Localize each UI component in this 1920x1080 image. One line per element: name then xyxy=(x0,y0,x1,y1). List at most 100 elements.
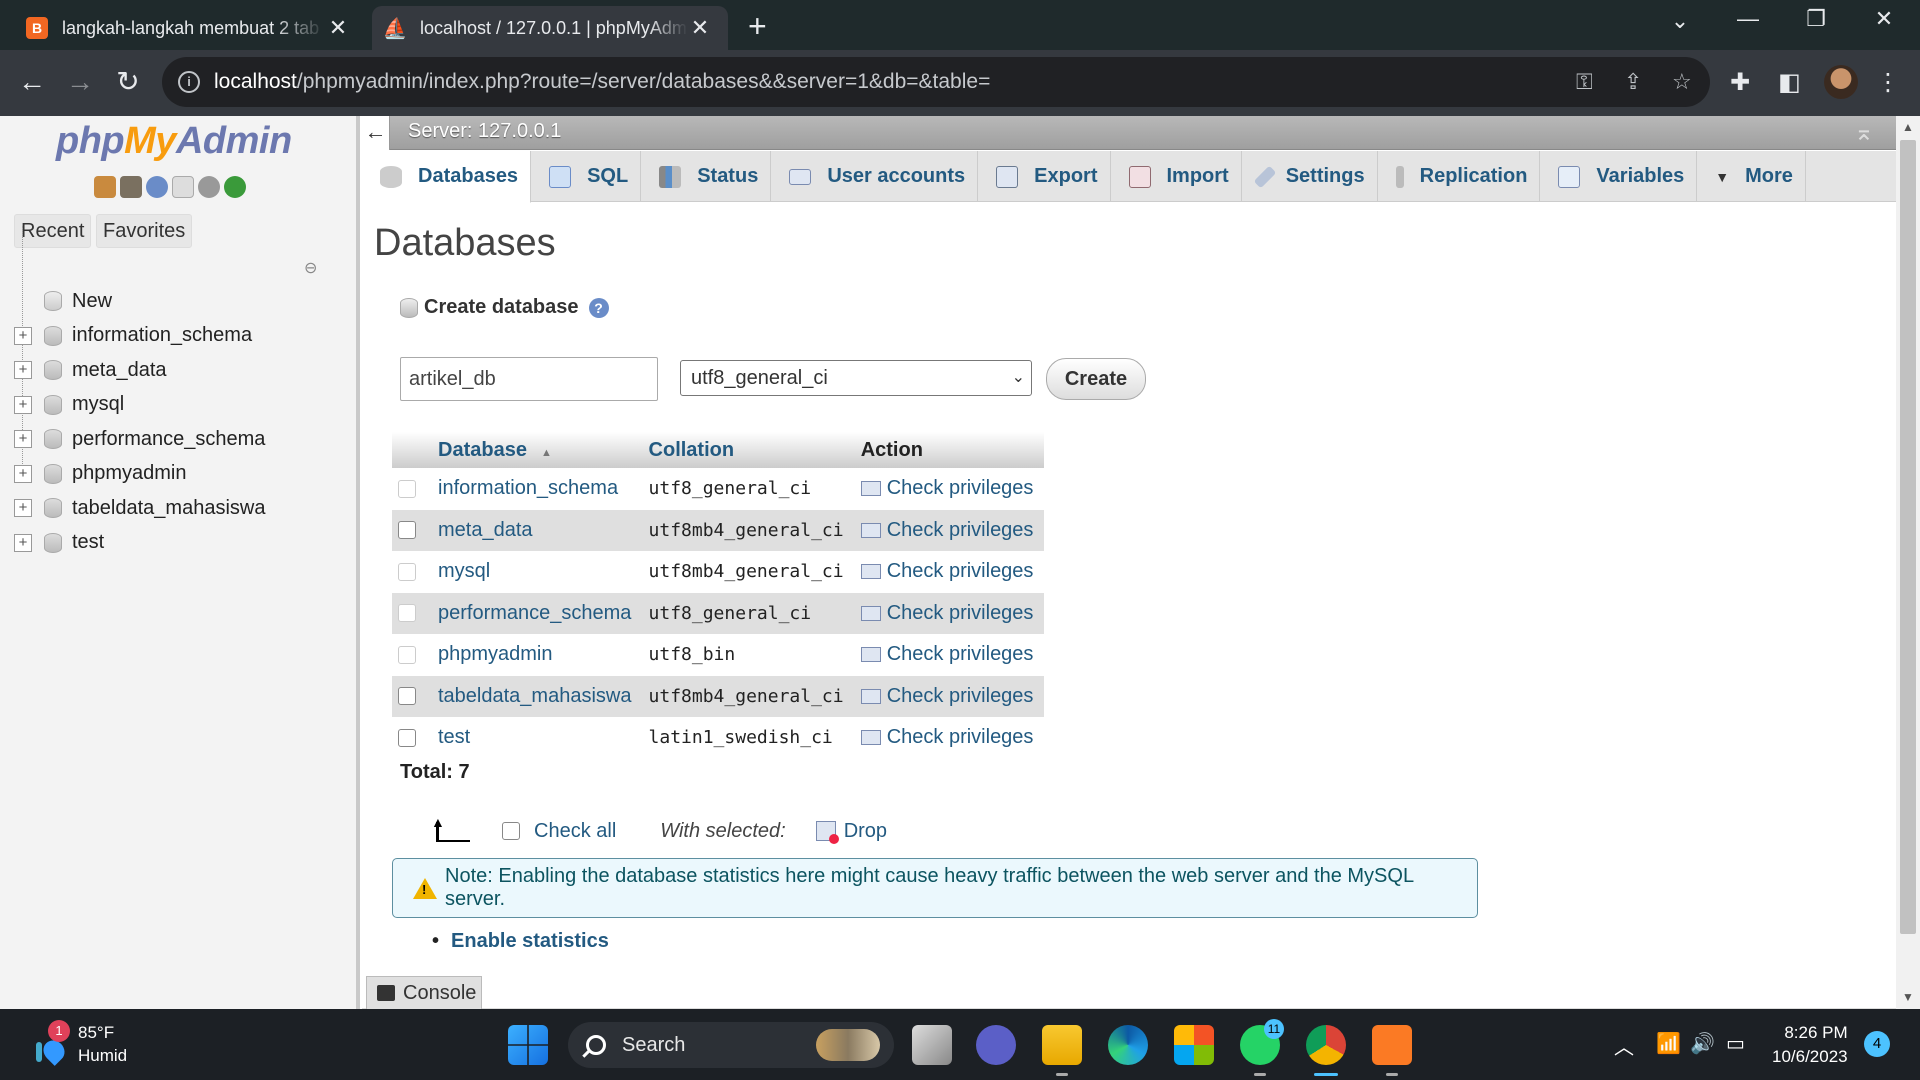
microsoft-store-icon[interactable] xyxy=(1174,1025,1214,1065)
volume-icon[interactable]: 🔊 xyxy=(1690,1031,1715,1056)
collation-column-header[interactable]: Collation xyxy=(642,432,855,468)
chrome-icon[interactable] xyxy=(1306,1025,1346,1065)
check-privileges-link[interactable]: Check privileges xyxy=(854,592,1044,634)
check-privileges-link[interactable]: Check privileges xyxy=(854,509,1044,551)
phpmyadmin-logo[interactable]: phpMyAdmin xyxy=(56,120,292,163)
link-panel-icon[interactable]: ⊖ xyxy=(304,258,317,278)
scrollbar-thumb[interactable] xyxy=(1900,140,1916,934)
tab-variables[interactable]: Variables xyxy=(1540,151,1698,202)
tree-item-database[interactable]: + information_schema xyxy=(0,319,356,354)
database-link[interactable]: mysql xyxy=(432,551,643,593)
tab-settings[interactable]: Settings xyxy=(1242,151,1378,202)
database-link[interactable]: information_schema xyxy=(432,468,643,510)
home-icon[interactable] xyxy=(94,176,116,198)
expand-icon[interactable]: + xyxy=(14,395,32,414)
row-checkbox[interactable] xyxy=(392,675,432,717)
minimize-button[interactable]: — xyxy=(1728,6,1768,32)
scroll-down-icon[interactable]: ▼ xyxy=(1902,990,1914,1004)
extensions-icon[interactable]: ✚ xyxy=(1730,68,1750,97)
teams-chat-icon[interactable] xyxy=(976,1025,1016,1065)
tree-item-database[interactable]: + performance_schema xyxy=(0,422,356,457)
tree-item-database[interactable]: + test xyxy=(0,526,356,561)
row-checkbox[interactable] xyxy=(392,634,432,676)
site-info-icon[interactable]: i xyxy=(178,71,200,93)
browser-tab-phpmyadmin[interactable]: ⛵ localhost / 127.0.0.1 | phpMyAdmin ✕ xyxy=(372,6,728,50)
wifi-icon[interactable]: 📶 xyxy=(1656,1031,1681,1056)
profile-avatar[interactable] xyxy=(1824,65,1858,99)
tab-replication[interactable]: Replication xyxy=(1378,151,1541,202)
console-toggle[interactable]: Console xyxy=(366,976,482,1009)
database-link[interactable]: phpmyadmin xyxy=(432,634,643,676)
close-tab-icon[interactable]: ✕ xyxy=(326,15,350,41)
help-icon[interactable]: ? xyxy=(588,297,609,318)
share-icon[interactable]: ⇪ xyxy=(1624,69,1642,95)
row-checkbox[interactable] xyxy=(392,509,432,551)
create-button[interactable]: Create xyxy=(1046,358,1146,400)
check-privileges-link[interactable]: Check privileges xyxy=(854,675,1044,717)
favorites-tab[interactable]: Favorites xyxy=(96,214,193,248)
tab-export[interactable]: Export xyxy=(978,151,1111,202)
tab-search-icon[interactable]: ⌄ xyxy=(1660,8,1700,34)
tab-user-accounts[interactable]: User accounts xyxy=(771,151,979,202)
battery-icon[interactable]: ▭ xyxy=(1726,1031,1745,1056)
tab-sql[interactable]: SQL xyxy=(531,151,642,202)
enable-statistics-link[interactable]: Enable statistics xyxy=(432,930,609,953)
database-column-header[interactable]: Database ▲ xyxy=(432,432,643,468)
expand-icon[interactable]: + xyxy=(14,326,32,345)
reload-nav-icon[interactable] xyxy=(224,176,246,198)
tree-item-database[interactable]: + tabeldata_mahasiswa xyxy=(0,491,356,526)
database-name-input[interactable]: artikel_db xyxy=(400,357,658,401)
logout-icon[interactable] xyxy=(120,176,142,198)
server-breadcrumb[interactable]: Server: 127.0.0.1 xyxy=(408,120,561,143)
browser-tab-blogger[interactable]: B langkah-langkah membuat 2 tab ✕ xyxy=(14,6,366,50)
docs-icon[interactable] xyxy=(172,176,194,198)
restore-button[interactable]: ❐ xyxy=(1796,6,1836,32)
recent-tab[interactable]: Recent xyxy=(14,214,92,248)
row-checkbox[interactable] xyxy=(392,468,432,510)
scroll-up-icon[interactable]: ▲ xyxy=(1902,120,1914,134)
drop-button[interactable]: Drop xyxy=(844,820,887,843)
collation-select[interactable]: utf8_general_ci ⌄ xyxy=(680,360,1032,396)
page-scrollbar[interactable]: ▲ ▼ xyxy=(1896,116,1920,1009)
xampp-icon[interactable] xyxy=(1372,1025,1412,1065)
back-button[interactable]: ← xyxy=(14,64,50,100)
row-checkbox[interactable] xyxy=(392,551,432,593)
tree-item-database[interactable]: + mysql xyxy=(0,388,356,423)
taskbar-search[interactable]: Search xyxy=(568,1022,894,1068)
reload-button[interactable]: ↻ xyxy=(110,64,146,100)
expand-icon[interactable]: + xyxy=(14,499,32,518)
weather-widget[interactable]: 1 85°F Humid xyxy=(28,1019,127,1066)
check-privileges-link[interactable]: Check privileges xyxy=(854,551,1044,593)
tree-item-database[interactable]: + phpmyadmin xyxy=(0,457,356,492)
file-explorer-icon[interactable] xyxy=(1042,1025,1082,1065)
close-window-button[interactable]: ✕ xyxy=(1864,6,1904,32)
check-privileges-link[interactable]: Check privileges xyxy=(854,634,1044,676)
tree-item-database[interactable]: + meta_data xyxy=(0,353,356,388)
chrome-menu-icon[interactable]: ⋮ xyxy=(1876,68,1900,97)
database-link[interactable]: meta_data xyxy=(432,509,643,551)
key-icon[interactable]: ⚿ xyxy=(1576,69,1593,95)
database-link[interactable]: test xyxy=(432,717,643,759)
row-checkbox[interactable] xyxy=(392,717,432,759)
database-link[interactable]: performance_schema xyxy=(432,592,643,634)
tab-import[interactable]: Import xyxy=(1111,151,1242,202)
collapse-nav-button[interactable]: ← xyxy=(362,116,390,150)
close-tab-icon[interactable]: ✕ xyxy=(688,15,712,41)
check-privileges-link[interactable]: Check privileges xyxy=(854,717,1044,759)
check-all-checkbox[interactable] xyxy=(502,822,520,840)
check-all-label[interactable]: Check all xyxy=(534,820,616,843)
notification-badge[interactable]: 4 xyxy=(1864,1031,1890,1057)
address-bar[interactable]: i localhost/phpmyadmin/index.php?route=/… xyxy=(162,57,1710,107)
edge-browser-icon[interactable] xyxy=(1108,1025,1148,1065)
bookmark-star-icon[interactable]: ☆ xyxy=(1672,69,1692,95)
task-view-icon[interactable] xyxy=(912,1025,952,1065)
help-icon[interactable] xyxy=(146,176,168,198)
scroll-top-icon[interactable]: ⌅ xyxy=(1854,118,1874,147)
side-panel-icon[interactable]: ◧ xyxy=(1778,68,1801,97)
forward-button[interactable]: → xyxy=(62,64,98,100)
tab-status[interactable]: Status xyxy=(641,151,772,202)
tab-more[interactable]: ▼ More xyxy=(1697,151,1806,202)
new-tab-button[interactable]: + xyxy=(748,8,767,45)
show-hidden-icons-chevron-icon[interactable]: ︿ xyxy=(1614,1031,1634,1060)
system-clock[interactable]: 8:26 PM 10/6/2023 xyxy=(1772,1021,1848,1069)
